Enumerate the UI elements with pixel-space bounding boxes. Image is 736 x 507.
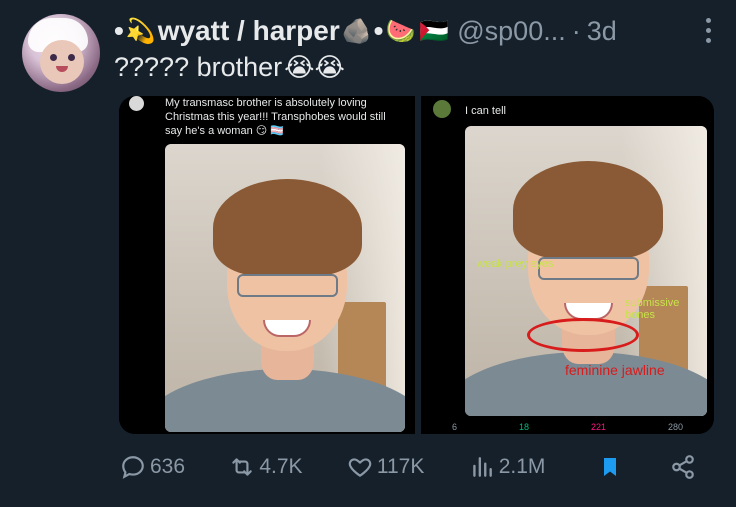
name-prefix: • <box>114 15 124 46</box>
photo-hair <box>213 178 362 277</box>
left-photo[interactable] <box>165 144 405 432</box>
bookmark-icon <box>603 458 616 476</box>
media-left[interactable]: My transmasc brother is absolutely lovin… <box>119 96 415 434</box>
display-name-text: wyatt / harper <box>157 15 340 46</box>
annotation-jaw: feminine jawline <box>565 362 665 378</box>
tweet-header: • 💫 wyatt / harper 🪨 • 🍉 🇵🇸 @sp00... · 3… <box>114 14 720 48</box>
left-avatar <box>129 96 144 111</box>
annotation-bones: submissive bones <box>625 297 680 321</box>
share-button[interactable] <box>670 454 700 480</box>
name-sep: • <box>373 15 384 46</box>
right-caption: I can tell <box>465 105 506 117</box>
left-caption-line-1: My transmasc brother is absolutely lovin… <box>165 97 367 109</box>
right-view-count: 280 <box>667 422 683 432</box>
reply-icon <box>122 456 144 479</box>
heart-icon <box>348 458 372 477</box>
dizzy-emoji: 💫 <box>125 17 156 45</box>
left-caption-line-3: say he's a woman 😏 🏳️‍⚧️ <box>165 125 284 137</box>
action-bar: 636 4.7K 117K 2.1M <box>120 450 700 484</box>
flag-emoji: 🇵🇸 <box>419 17 450 45</box>
tweet-text: ????? brother 😭😭 <box>114 52 347 83</box>
avatar[interactable] <box>22 14 100 92</box>
media-right[interactable]: I can tell weak prey eyes submissive bon… <box>421 96 714 434</box>
photo-hair <box>513 160 664 260</box>
avatar-eye <box>68 54 75 61</box>
rock-emoji: 🪨 <box>341 17 372 45</box>
timestamp[interactable]: 3d <box>587 16 617 47</box>
share-icon <box>672 455 694 479</box>
right-stats: 6 18 221 280 <box>421 420 714 434</box>
bookmark-button[interactable] <box>598 454 626 480</box>
right-like-count: 221 <box>590 422 606 432</box>
repost-count: 4.7K <box>259 455 303 478</box>
jaw-circle <box>527 318 639 352</box>
like-count: 117K <box>376 455 425 478</box>
handle[interactable]: @sp00... <box>457 16 565 47</box>
more-icon[interactable] <box>706 18 712 48</box>
right-avatar <box>433 100 451 118</box>
right-reply-count: 6 <box>451 422 457 432</box>
reply-count: 636 <box>150 455 186 478</box>
display-name[interactable]: • 💫 wyatt / harper 🪨 • 🍉 🇵🇸 <box>114 15 451 47</box>
photo-glasses <box>237 273 338 297</box>
repost-icon <box>232 458 253 476</box>
reply-button[interactable]: 636 <box>120 454 185 480</box>
annotation-eyes: weak prey eyes <box>477 258 554 270</box>
right-photo[interactable]: weak prey eyes submissive bones feminine… <box>465 126 707 416</box>
avatar-face <box>40 40 84 84</box>
tweet-text-body: ????? brother <box>114 52 283 82</box>
like-button[interactable]: 117K <box>347 454 425 480</box>
view-count: 2.1M <box>498 455 546 478</box>
avatar-eye <box>50 54 57 61</box>
right-retweet-count: 18 <box>518 422 529 432</box>
watermelon-emoji: 🍉 <box>385 17 416 45</box>
media-container[interactable]: My transmasc brother is absolutely lovin… <box>119 96 714 434</box>
repost-button[interactable]: 4.7K <box>229 454 303 480</box>
views-button[interactable]: 2.1M <box>469 454 546 480</box>
bar-chart-icon <box>472 457 492 477</box>
crying-emojis: 😭😭 <box>284 52 345 83</box>
left-caption-line-2: Christmas this year!!! Transphobes would… <box>165 111 386 123</box>
time-separator: · <box>571 15 581 46</box>
